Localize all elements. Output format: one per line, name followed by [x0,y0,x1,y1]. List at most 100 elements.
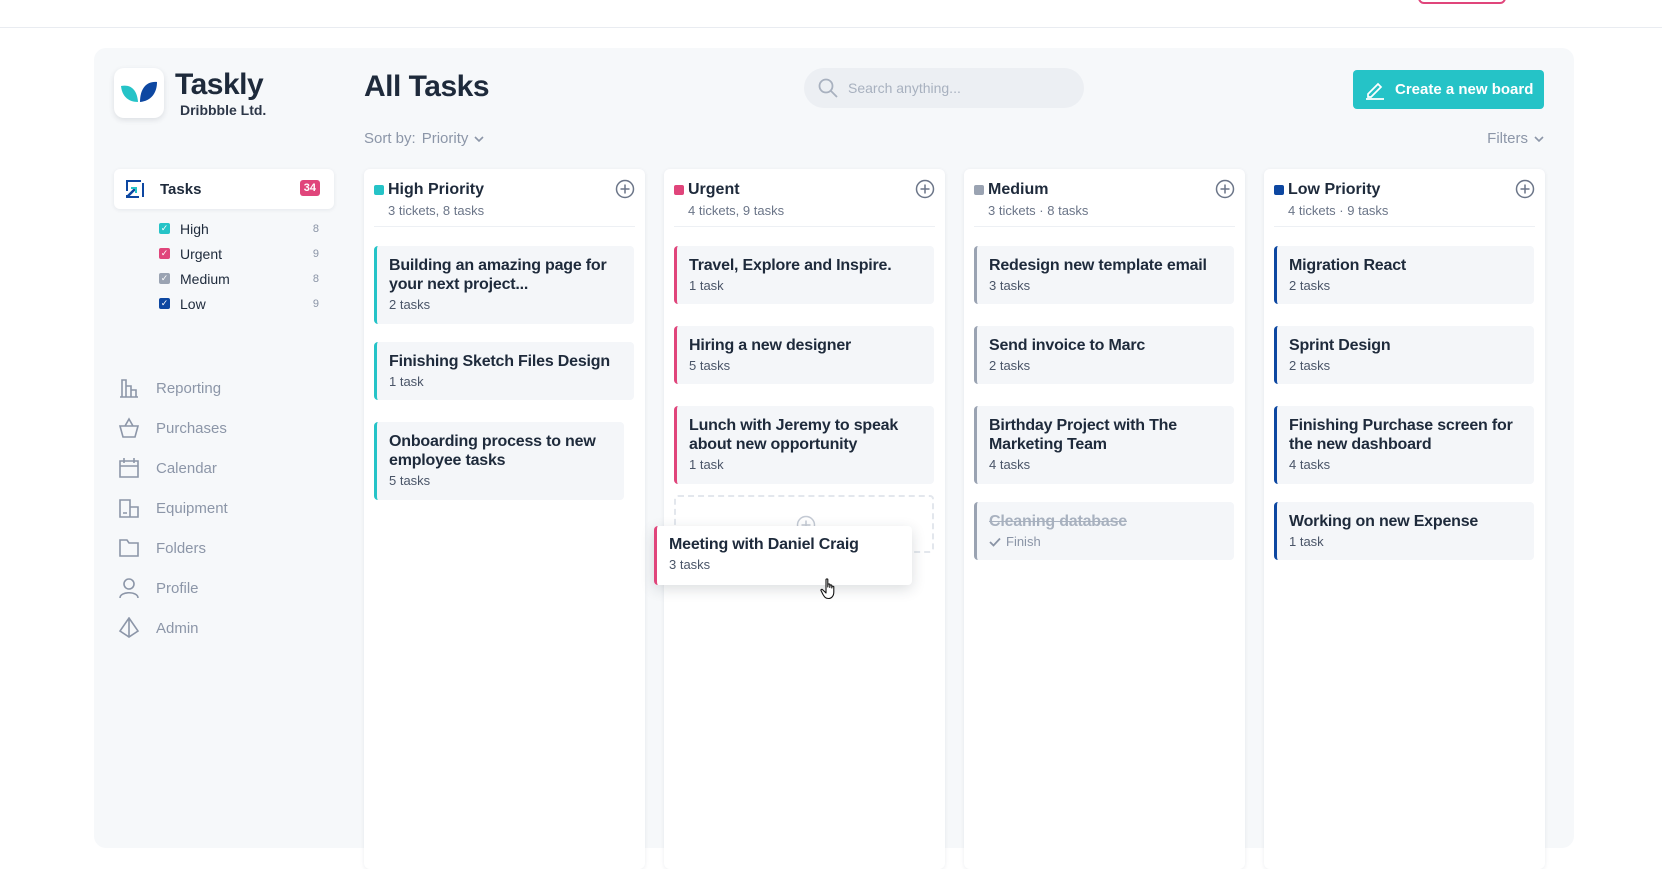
card-subtitle: 1 task [689,457,724,472]
card-subtitle: 2 tasks [1289,278,1331,293]
column-subtitle: 3 tickets, 8 tasks [388,203,485,218]
card-title: Birthday Project with The Marketing Team [989,417,1177,453]
card-subtitle: 2 tasks [989,358,1031,373]
task-card[interactable]: Hiring a new designer 5 tasks [674,326,934,384]
task-card[interactable]: Sprint Design 2 tasks [1274,326,1534,384]
column-title: Urgent [688,181,740,198]
task-card[interactable]: Finishing Sketch Files Design 1 task [374,342,634,400]
priority-filter-list: ✓ High 8 ✓ Urgent 9 ✓ Medium 8 ✓ Low 9 [159,216,319,316]
task-card[interactable]: Finishing Purchase screen for the new da… [1274,406,1534,484]
search-icon [816,76,840,100]
filter-item-urgent[interactable]: ✓ Urgent 9 [159,241,319,266]
sort-value: Priority [421,130,469,147]
column-title: High Priority [388,181,485,198]
column-subtitle: 4 tickets · 9 tasks [1288,203,1389,218]
card-title: Finishing Purchase screen for the new da… [1289,417,1513,453]
sidebar-item-equipment[interactable]: Equipment [114,488,334,528]
calendar-icon [116,455,142,481]
dragged-task-card[interactable]: Meeting with Daniel Craig 3 tasks [654,526,912,585]
create-board-label: Create a new board [1395,81,1534,98]
filter-label: Low [180,295,206,312]
column-low-priority: Low Priority 4 tickets · 9 tasks Migrati… [1264,169,1545,869]
task-card[interactable]: Birthday Project with The Marketing Team… [974,406,1234,484]
task-card[interactable]: Working on new Expense 1 task [1274,502,1534,560]
sidebar-item-folders[interactable]: Folders [114,528,334,568]
admin-icon [116,615,142,641]
card-title: Working on new Expense [1289,513,1479,530]
sidebar-item-label: Equipment [156,499,228,517]
card-title: Meeting with Daniel Craig [669,536,859,553]
card-title: Finishing Sketch Files Design [389,353,610,370]
checkbox-checked-icon[interactable]: ✓ [159,223,170,234]
sidebar-item-admin[interactable]: Admin [114,608,334,648]
app-window: Taskly Dribbble Ltd. Tasks 34 ✓ High 8 ✓… [94,48,1574,869]
sidebar-item-tasks[interactable]: Tasks 34 [114,169,334,209]
chevron-down-icon [474,130,484,147]
add-card-icon[interactable] [615,179,635,199]
sidebar-item-profile[interactable]: Profile [114,568,334,608]
card-title: Lunch with Jeremy to speak about new opp… [689,417,899,453]
sidebar-item-reporting[interactable]: Reporting [114,368,334,408]
filters-dropdown[interactable]: Filters [1487,130,1544,147]
priority-color-marker [374,185,384,195]
brand[interactable]: Taskly Dribbble Ltd. [114,68,266,118]
card-title: Sprint Design [1289,337,1391,354]
pencil-icon [1364,79,1386,101]
top-action-button[interactable] [1418,0,1506,4]
task-card[interactable]: Onboarding process to new employee tasks… [374,422,624,500]
card-subtitle: 5 tasks [389,473,431,488]
card-title: Onboarding process to new employee tasks [389,433,596,469]
card-title: Hiring a new designer [689,337,852,354]
user-icon [116,575,142,601]
task-card[interactable]: Migration React 2 tasks [1274,246,1534,304]
sort-label: Sort by: [364,130,416,147]
filter-item-medium[interactable]: ✓ Medium 8 [159,266,319,291]
sidebar-item-purchases[interactable]: Purchases [114,408,334,448]
card-title: Send invoice to Marc [989,337,1146,354]
card-subtitle: 1 task [389,374,424,389]
filter-label: Medium [180,270,230,287]
add-card-icon[interactable] [1515,179,1535,199]
filter-count: 8 [312,222,319,235]
filter-item-high[interactable]: ✓ High 8 [159,216,319,241]
task-card[interactable]: Send invoice to Marc 2 tasks [974,326,1234,384]
search-input[interactable] [848,80,1068,96]
filter-label: Urgent [180,245,223,262]
checkmark-icon [989,537,1001,547]
priority-color-marker [674,185,684,195]
add-card-icon[interactable] [1215,179,1235,199]
checkbox-checked-icon[interactable]: ✓ [159,273,170,284]
priority-color-marker [974,185,984,195]
card-title: Cleaning database [989,513,1127,530]
card-subtitle: 4 tasks [989,457,1031,472]
filter-item-low[interactable]: ✓ Low 9 [159,291,319,316]
column-title: Medium [988,181,1049,198]
column-header: Urgent 4 tickets, 9 tasks [674,169,935,227]
sidebar-item-label: Purchases [156,419,227,437]
search-bar[interactable] [804,68,1084,108]
sort-dropdown[interactable]: Sort by: Priority [364,130,484,147]
sidebar-item-calendar[interactable]: Calendar [114,448,334,488]
task-card[interactable]: Lunch with Jeremy to speak about new opp… [674,406,934,484]
task-card-completed[interactable]: Cleaning database Finish [974,502,1234,560]
task-card[interactable]: Building an amazing page for your next p… [374,246,634,324]
brand-name: Taskly [175,67,264,101]
filter-count: 9 [312,247,319,260]
task-card[interactable]: Redesign new template email 3 tasks [974,246,1234,304]
filter-count: 8 [312,272,319,285]
tasks-count-badge: 34 [299,180,320,196]
task-card[interactable]: Travel, Explore and Inspire. 1 task [674,246,934,304]
checkbox-checked-icon[interactable]: ✓ [159,248,170,259]
company-name: Dribbble Ltd. [180,101,267,118]
card-status: Finish [1006,534,1041,549]
column-header: Medium 3 tickets · 8 tasks [974,169,1235,227]
add-card-icon[interactable] [915,179,935,199]
card-title: Redesign new template email [989,257,1207,274]
column-subtitle: 4 tickets, 9 tasks [688,203,785,218]
create-board-button[interactable]: Create a new board [1353,70,1544,109]
column-medium: Medium 3 tickets · 8 tasks Redesign new … [964,169,1245,869]
checkbox-checked-icon[interactable]: ✓ [159,298,170,309]
sidebar-item-label: Tasks [160,180,202,198]
filters-label: Filters [1487,130,1528,147]
filter-label: High [180,220,209,237]
